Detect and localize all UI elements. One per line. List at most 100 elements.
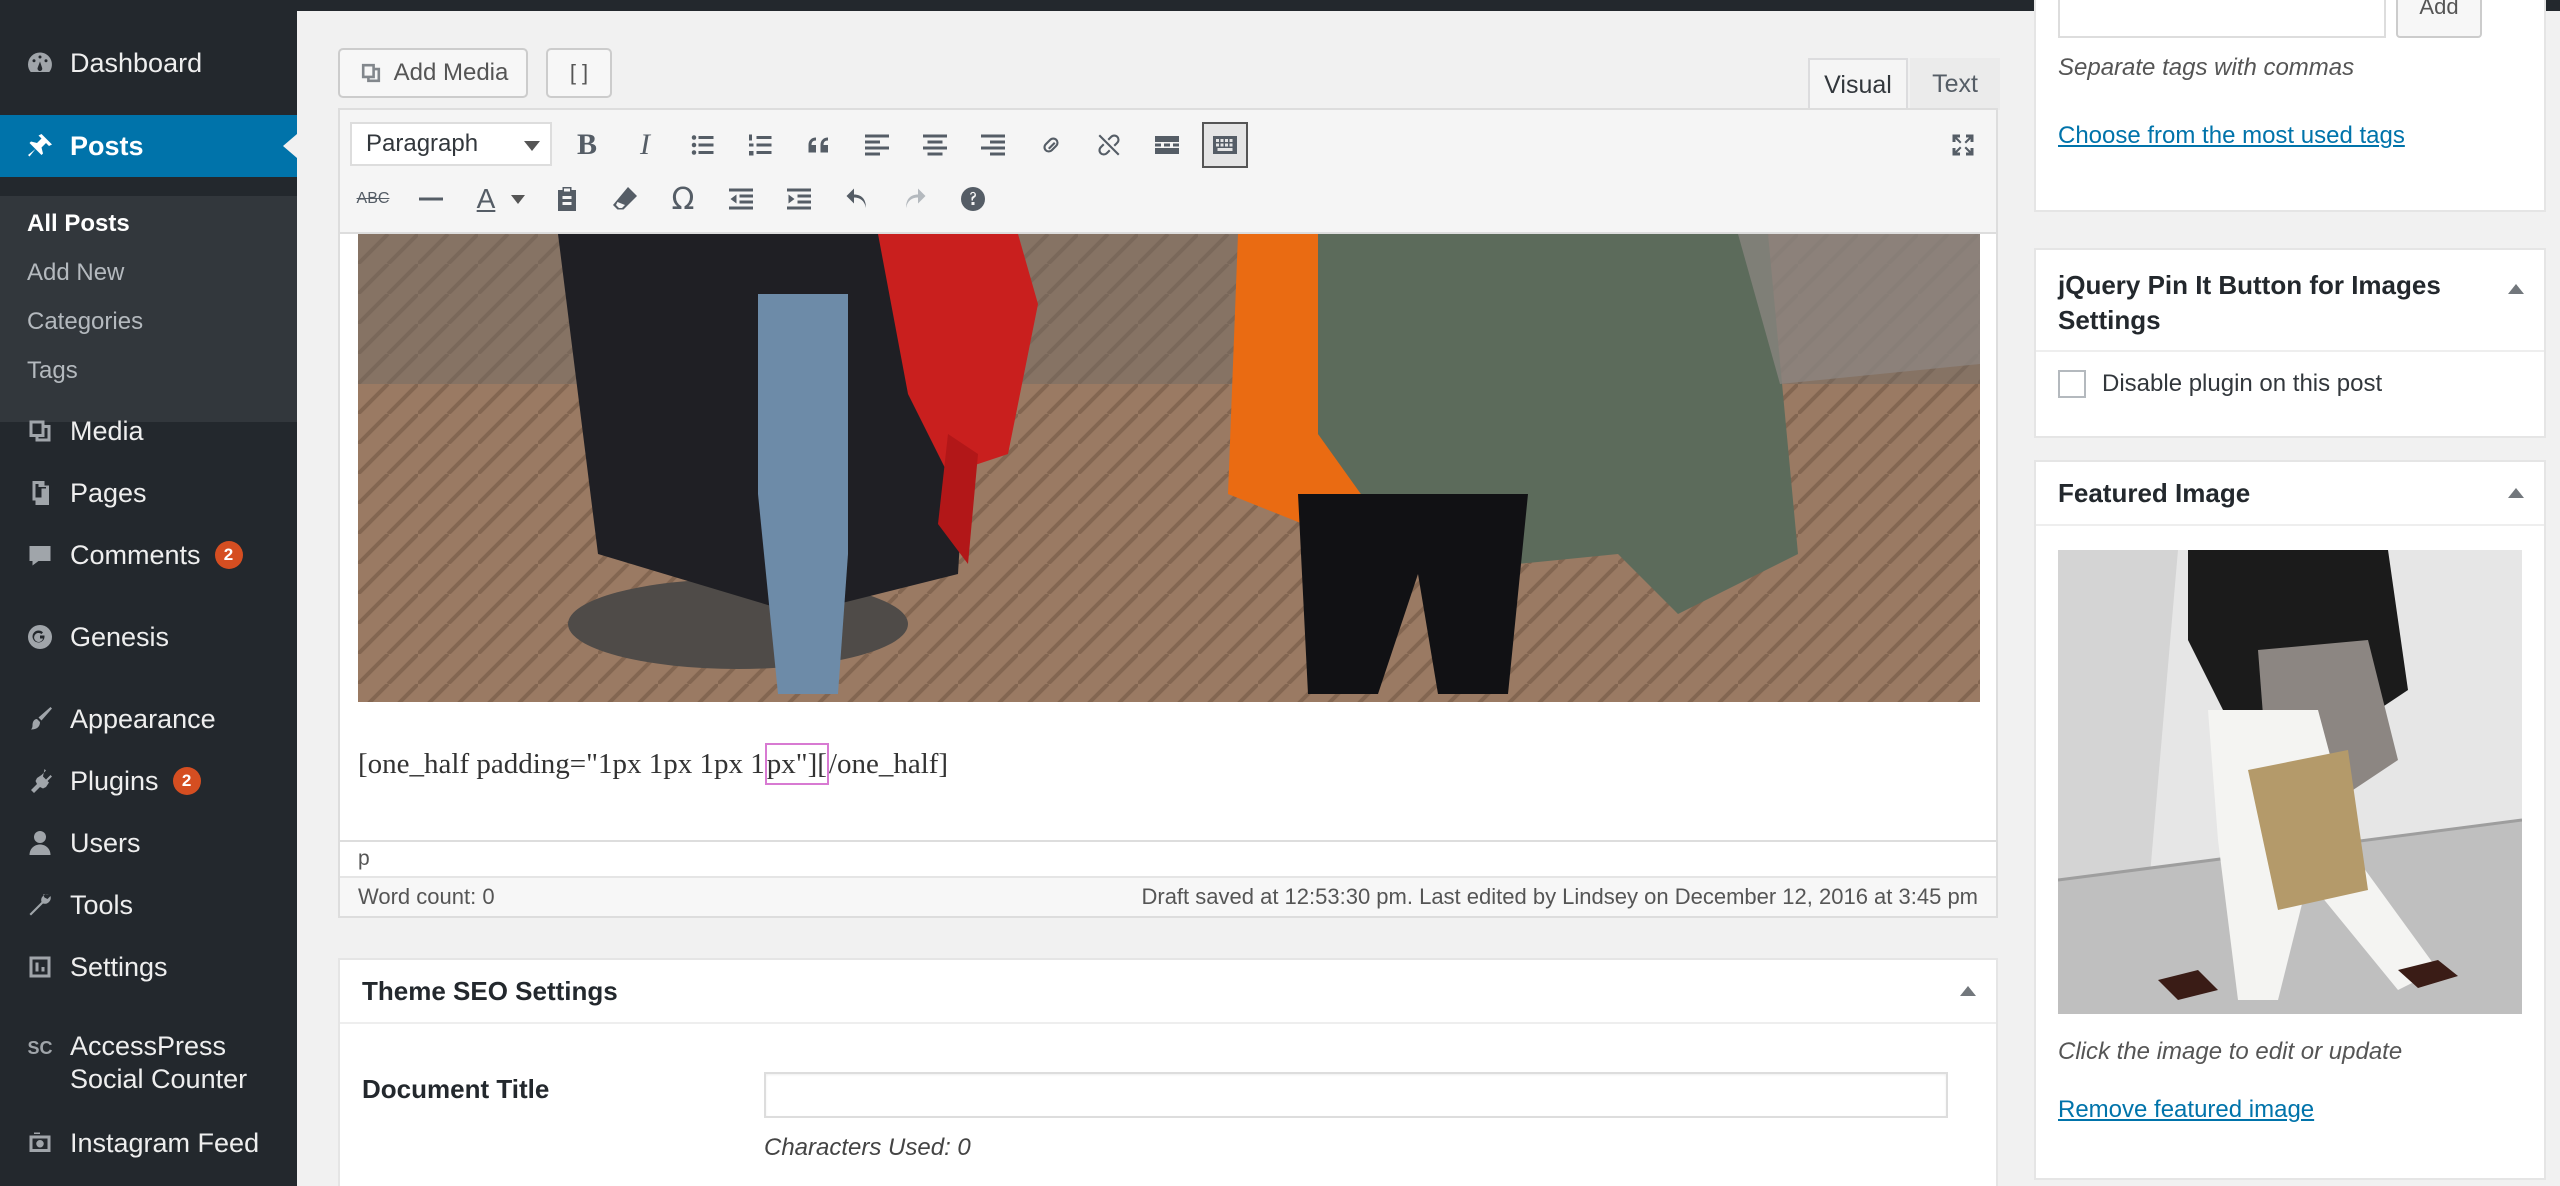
post-content-image[interactable] bbox=[358, 234, 1980, 702]
unlink-button[interactable] bbox=[1086, 122, 1132, 168]
menu-dashboard-label: Dashboard bbox=[70, 47, 203, 78]
outdent-icon bbox=[729, 188, 753, 210]
document-title-input[interactable] bbox=[764, 1072, 1948, 1118]
bold-button[interactable]: B bbox=[564, 122, 610, 168]
italic-button[interactable]: I bbox=[622, 122, 668, 168]
element-path[interactable]: p bbox=[340, 840, 1996, 876]
collapse-arrow-icon[interactable] bbox=[1960, 986, 1976, 996]
menu-instagram-feed-label: Instagram Feed bbox=[70, 1127, 260, 1158]
decrease-indent-button[interactable] bbox=[718, 176, 764, 222]
tab-text[interactable]: Text bbox=[1910, 58, 2000, 110]
featured-image-title: Featured Image bbox=[2058, 477, 2251, 508]
eraser-icon bbox=[613, 187, 637, 210]
menu-accesspress-label-line1: AccessPress bbox=[70, 1031, 227, 1061]
pin-it-header[interactable]: jQuery Pin It Button for Images Settings bbox=[2036, 250, 2544, 352]
menu-instagram-feed[interactable]: Instagram Feed bbox=[0, 1118, 297, 1168]
disable-plugin-label[interactable]: Disable plugin on this post bbox=[2102, 370, 2382, 398]
align-left-button[interactable] bbox=[854, 122, 900, 168]
menu-pages[interactable]: Pages bbox=[0, 468, 297, 518]
menu-accesspress-label: AccessPress Social Counter bbox=[70, 1030, 247, 1096]
featured-image-box: Featured Image Click the image to edit o… bbox=[2034, 460, 2546, 1180]
paintbrush-icon bbox=[20, 704, 60, 734]
menu-posts[interactable]: Posts bbox=[0, 115, 297, 177]
street-fashion-photo bbox=[358, 234, 1980, 702]
bold-icon: B bbox=[576, 128, 597, 161]
add-media-button[interactable]: Add Media bbox=[338, 48, 528, 98]
menu-users-label: Users bbox=[70, 827, 141, 858]
paste-as-text-button[interactable] bbox=[544, 176, 590, 222]
blockquote-button[interactable] bbox=[796, 122, 842, 168]
menu-accesspress-label-line2: Social Counter bbox=[70, 1064, 248, 1094]
submenu-tags[interactable]: Tags bbox=[27, 357, 78, 385]
most-used-tags-link[interactable]: Choose from the most used tags bbox=[2058, 122, 2405, 150]
menu-tools[interactable]: Tools bbox=[0, 880, 297, 930]
format-select[interactable]: Paragraph bbox=[350, 122, 552, 166]
menu-plugins[interactable]: Plugins 2 bbox=[0, 756, 297, 806]
settings-icon bbox=[20, 952, 60, 982]
align-center-icon bbox=[923, 134, 947, 156]
featured-image-thumbnail[interactable] bbox=[2058, 550, 2522, 1014]
collapse-arrow-icon[interactable] bbox=[2508, 488, 2524, 498]
menu-dashboard[interactable]: Dashboard bbox=[0, 38, 297, 88]
featured-image-hint: Click the image to edit or update bbox=[2058, 1038, 2403, 1065]
insert-link-button[interactable] bbox=[1028, 122, 1074, 168]
add-tag-button[interactable]: Add bbox=[2396, 0, 2482, 38]
read-more-button[interactable] bbox=[1144, 122, 1190, 168]
text-color-button[interactable]: A bbox=[466, 176, 506, 222]
menu-settings[interactable]: Settings bbox=[0, 942, 297, 992]
strikethrough-button[interactable]: ABC bbox=[350, 176, 396, 222]
text-color-dropdown[interactable] bbox=[506, 176, 530, 222]
menu-media[interactable]: Media bbox=[0, 406, 297, 456]
shortcode-button[interactable]: [ ] bbox=[546, 48, 612, 98]
menu-accesspress-social-counter[interactable]: SC AccessPress Social Counter bbox=[0, 1030, 297, 1110]
menu-media-label: Media bbox=[70, 415, 144, 446]
menu-genesis[interactable]: Genesis bbox=[0, 612, 297, 662]
fullscreen-button[interactable] bbox=[1940, 122, 1986, 168]
seo-box-header[interactable]: Theme SEO Settings bbox=[340, 960, 1996, 1024]
user-icon bbox=[20, 828, 60, 858]
theme-seo-settings-box: Theme SEO Settings Document Title Charac… bbox=[338, 958, 1998, 1186]
submenu-categories[interactable]: Categories bbox=[27, 308, 143, 336]
menu-users[interactable]: Users bbox=[0, 818, 297, 868]
menu-settings-label: Settings bbox=[70, 951, 168, 982]
submenu-add-new[interactable]: Add New bbox=[27, 259, 124, 287]
tags-input[interactable] bbox=[2058, 0, 2386, 38]
pin-it-settings-box: jQuery Pin It Button for Images Settings… bbox=[2034, 248, 2546, 438]
add-media-label: Add Media bbox=[393, 59, 509, 86]
menu-comments[interactable]: Comments 2 bbox=[0, 530, 297, 580]
shortcode-after: /one_half] bbox=[828, 748, 949, 780]
remove-featured-image-link[interactable]: Remove featured image bbox=[2058, 1096, 2314, 1124]
keyboard-shortcuts-button[interactable] bbox=[950, 176, 996, 222]
menu-appearance[interactable]: Appearance bbox=[0, 694, 297, 744]
featured-image-header[interactable]: Featured Image bbox=[2036, 462, 2544, 526]
instagram-icon bbox=[20, 1128, 60, 1158]
clear-formatting-button[interactable] bbox=[602, 176, 648, 222]
numbered-list-button[interactable] bbox=[738, 122, 784, 168]
featured-photo bbox=[2058, 550, 2522, 1014]
chevron-down-icon bbox=[524, 141, 540, 151]
characters-used: Characters Used: 0 bbox=[764, 1134, 971, 1161]
submenu-all-posts[interactable]: All Posts bbox=[27, 210, 130, 238]
media-icon bbox=[20, 416, 60, 446]
text-color-icon: A bbox=[476, 183, 496, 214]
clipboard-icon bbox=[558, 187, 576, 211]
horizontal-line-button[interactable] bbox=[408, 176, 454, 222]
numbered-list-icon bbox=[749, 134, 772, 156]
italic-icon: I bbox=[640, 128, 650, 161]
undo-button[interactable] bbox=[834, 176, 880, 222]
menu-plugins-label: Plugins bbox=[70, 765, 159, 796]
redo-button[interactable] bbox=[892, 176, 938, 222]
increase-indent-button[interactable] bbox=[776, 176, 822, 222]
shortcode-text[interactable]: [one_half padding="1px 1px 1px 1px"][/on… bbox=[358, 743, 949, 785]
align-right-button[interactable] bbox=[970, 122, 1016, 168]
brackets-icon: [ ] bbox=[569, 60, 589, 85]
bulleted-list-button[interactable] bbox=[680, 122, 726, 168]
collapse-arrow-icon[interactable] bbox=[2508, 284, 2524, 294]
special-character-button[interactable]: Ω bbox=[660, 176, 706, 222]
document-title-label: Document Title bbox=[362, 1074, 550, 1104]
shortcode-before: [one_half padding="1px 1px 1px 1 bbox=[358, 748, 765, 780]
disable-plugin-checkbox[interactable] bbox=[2058, 370, 2086, 398]
tab-visual[interactable]: Visual bbox=[1808, 58, 1908, 110]
toolbar-toggle-button[interactable] bbox=[1202, 122, 1248, 168]
align-center-button[interactable] bbox=[912, 122, 958, 168]
